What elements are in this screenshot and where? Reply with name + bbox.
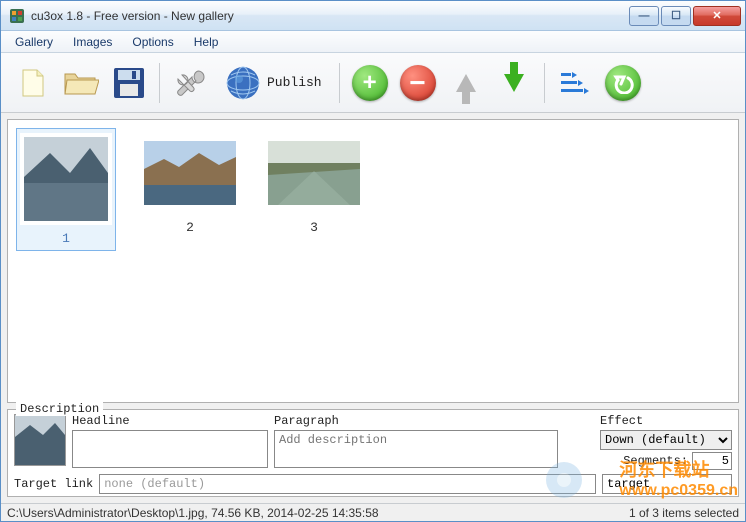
floppy-icon — [112, 66, 146, 100]
status-left: C:\Users\Administrator\Desktop\1.jpg, 74… — [7, 506, 379, 520]
remove-button[interactable]: − — [396, 61, 440, 105]
minimize-button[interactable]: — — [629, 6, 659, 26]
sort-button[interactable] — [553, 61, 597, 105]
publish-label: Publish — [267, 75, 322, 90]
headline-label: Headline — [72, 414, 268, 428]
open-button[interactable] — [59, 61, 103, 105]
wrench-icon — [172, 65, 208, 101]
thumbnail-label: 2 — [186, 220, 194, 235]
thumbnail-image — [144, 132, 236, 214]
arrow-down-icon — [504, 74, 524, 92]
toolbar: Publish + − — [1, 53, 745, 113]
headline-input[interactable] — [72, 430, 268, 468]
target-link-label: Target link — [14, 477, 93, 491]
plus-icon: + — [352, 65, 388, 101]
menu-options[interactable]: Options — [122, 32, 183, 52]
window-controls: — ☐ ✕ — [627, 6, 741, 26]
settings-button[interactable] — [168, 61, 212, 105]
move-up-button[interactable] — [444, 61, 488, 105]
app-icon — [9, 8, 25, 24]
segments-input[interactable] — [692, 452, 732, 470]
thumbnail-label: 3 — [310, 220, 318, 235]
new-file-icon — [16, 66, 50, 100]
toolbar-separator — [339, 63, 340, 103]
effect-select[interactable]: Down (default) — [600, 430, 732, 450]
titlebar: cu3ox 1.8 - Free version - New gallery —… — [1, 1, 745, 31]
publish-button[interactable]: Publish — [216, 60, 331, 106]
globe-icon — [225, 65, 261, 101]
thumbnail-image — [20, 133, 112, 225]
menubar: Gallery Images Options Help — [1, 31, 745, 53]
paragraph-input[interactable] — [274, 430, 558, 468]
save-button[interactable] — [107, 61, 151, 105]
toolbar-separator — [544, 63, 545, 103]
menu-images[interactable]: Images — [63, 32, 122, 52]
segments-label: Segments: — [623, 454, 688, 468]
menu-gallery[interactable]: Gallery — [5, 32, 63, 52]
status-right: 1 of 3 items selected — [629, 506, 739, 520]
gallery-panel[interactable]: 1 2 3 — [7, 119, 739, 403]
effect-label: Effect — [600, 414, 732, 428]
description-panel: Description Headline Paragraph Effect Do… — [7, 409, 739, 497]
statusbar: C:\Users\Administrator\Desktop\1.jpg, 74… — [1, 503, 745, 521]
target-input[interactable] — [602, 474, 732, 494]
sort-icon — [561, 72, 589, 94]
thumbnail-label: 1 — [62, 231, 70, 246]
titlebar-text: cu3ox 1.8 - Free version - New gallery — [31, 9, 627, 23]
target-link-input[interactable] — [99, 474, 596, 494]
detail-thumbnail — [14, 414, 66, 466]
folder-icon — [63, 68, 99, 98]
menu-help[interactable]: Help — [184, 32, 229, 52]
undo-icon — [605, 65, 641, 101]
thumbnail-1[interactable]: 1 — [16, 128, 116, 251]
paragraph-label: Paragraph — [274, 414, 558, 428]
toolbar-separator — [159, 63, 160, 103]
move-down-button[interactable] — [492, 61, 536, 105]
close-button[interactable]: ✕ — [693, 6, 741, 26]
description-panel-label: Description — [16, 402, 103, 416]
app-window: cu3ox 1.8 - Free version - New gallery —… — [0, 0, 746, 522]
arrow-up-icon — [456, 74, 476, 92]
undo-button[interactable] — [601, 61, 645, 105]
maximize-button[interactable]: ☐ — [661, 6, 691, 26]
add-button[interactable]: + — [348, 61, 392, 105]
thumbnail-3[interactable]: 3 — [264, 128, 364, 239]
content-area: 1 2 3 Description H — [1, 113, 745, 503]
minus-icon: − — [400, 65, 436, 101]
thumbnail-image — [268, 132, 360, 214]
thumbnail-2[interactable]: 2 — [140, 128, 240, 239]
new-button[interactable] — [11, 61, 55, 105]
